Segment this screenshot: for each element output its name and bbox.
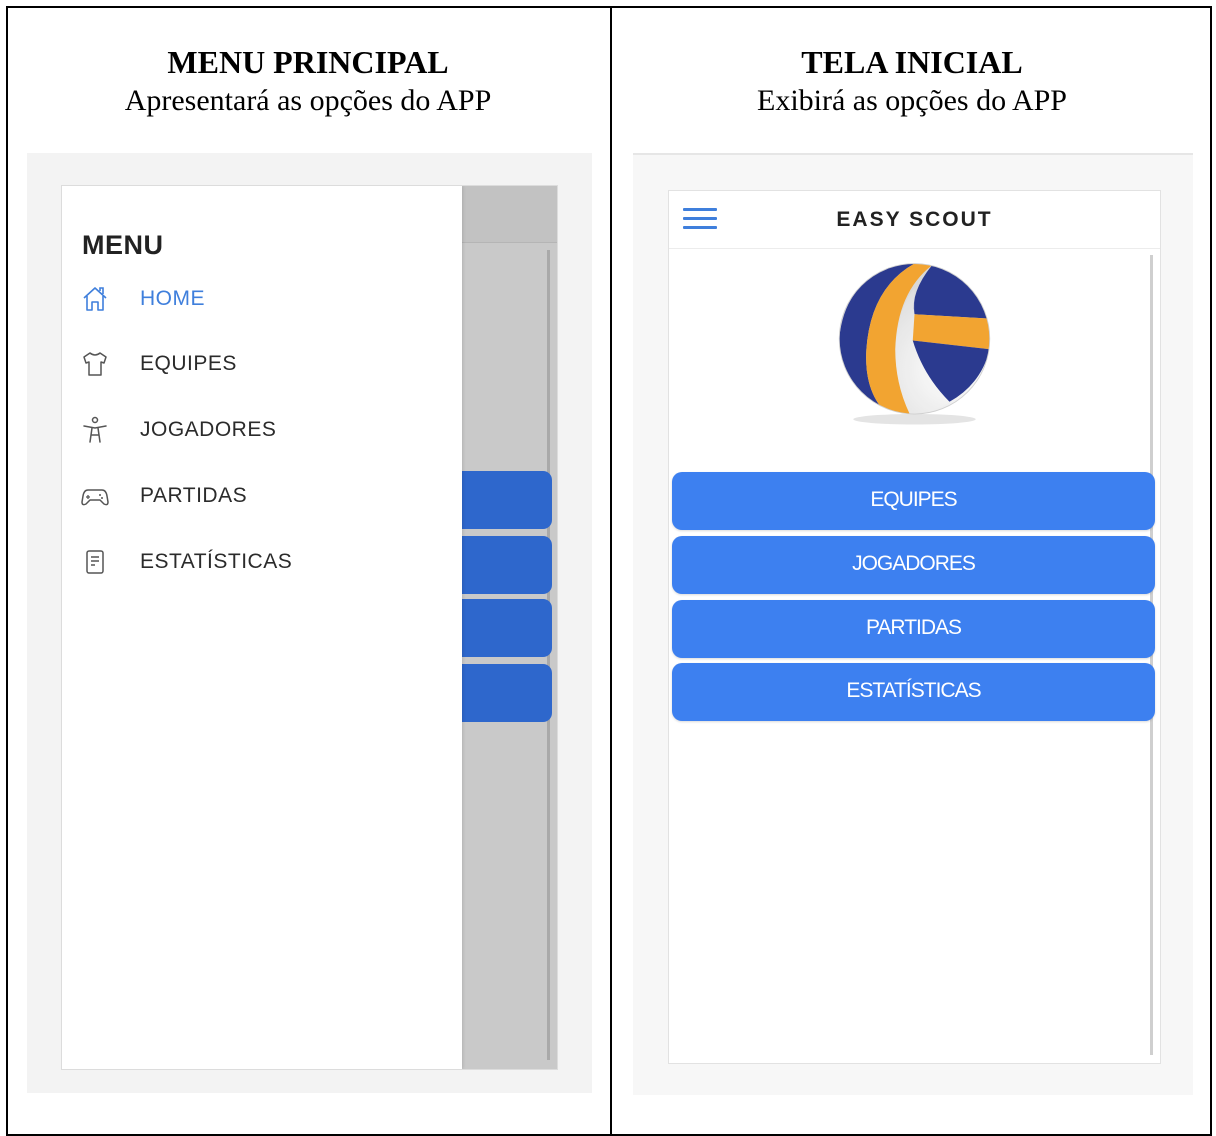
tela-inicial-heading: TELA INICIAL (801, 44, 1023, 80)
dimmed-button-3 (452, 599, 552, 657)
estatisticas-button[interactable]: ESTATÍSTICAS (672, 663, 1155, 721)
home-screenshot: EASY SCOUT EQUIPES JOGADORES PARTIDAS ES… (633, 153, 1193, 1095)
jogadores-button[interactable]: JOGADORES (672, 536, 1155, 594)
menu-item-home[interactable]: HOME (62, 273, 462, 325)
dimmed-button-2 (452, 536, 552, 594)
menu-item-jogadores[interactable]: JOGADORES (62, 404, 462, 456)
volleyball-icon (838, 263, 991, 425)
equipes-button[interactable]: EQUIPES (672, 472, 1155, 530)
gamepad-icon (81, 489, 109, 506)
menu-item-label: HOME (140, 287, 205, 310)
app-bar: EASY SCOUT (669, 191, 1160, 249)
tela-inicial-description: Exibirá as opções do APP (757, 84, 1067, 117)
table-divider (610, 6, 612, 1136)
menu-item-estatisticas[interactable]: ESTATÍSTICAS (62, 536, 462, 588)
partidas-button[interactable]: PARTIDAS (672, 600, 1155, 658)
drawer-title: MENU (82, 230, 164, 260)
menu-item-label: PARTIDAS (140, 484, 248, 507)
person-icon (83, 416, 107, 443)
menu-item-label: EQUIPES (140, 352, 237, 375)
phone-screen-home: EASY SCOUT EQUIPES JOGADORES PARTIDAS ES… (668, 190, 1161, 1064)
menu-principal-heading: MENU PRINCIPAL (167, 44, 449, 80)
menu-item-partidas[interactable]: PARTIDAS (62, 470, 462, 522)
menu-item-label: JOGADORES (140, 418, 277, 441)
home-icon (83, 287, 107, 311)
side-drawer: MENU HOME EQUIPES JOGADORES PARTIDAS EST… (62, 186, 462, 1069)
menu-principal-description: Apresentará as opções do APP (124, 84, 492, 117)
dimmed-button-1 (452, 471, 552, 529)
phone-screen-drawer: MENU HOME EQUIPES JOGADORES PARTIDAS EST… (61, 185, 558, 1070)
drawer-screenshot: MENU HOME EQUIPES JOGADORES PARTIDAS EST… (27, 153, 592, 1093)
shirt-icon (83, 352, 107, 376)
menu-item-equipes[interactable]: EQUIPES (62, 338, 462, 390)
app-title: EASY SCOUT (836, 208, 993, 231)
dimmed-button-4 (452, 664, 552, 722)
menu-item-label: ESTATÍSTICAS (140, 550, 293, 573)
document-icon (86, 550, 104, 574)
